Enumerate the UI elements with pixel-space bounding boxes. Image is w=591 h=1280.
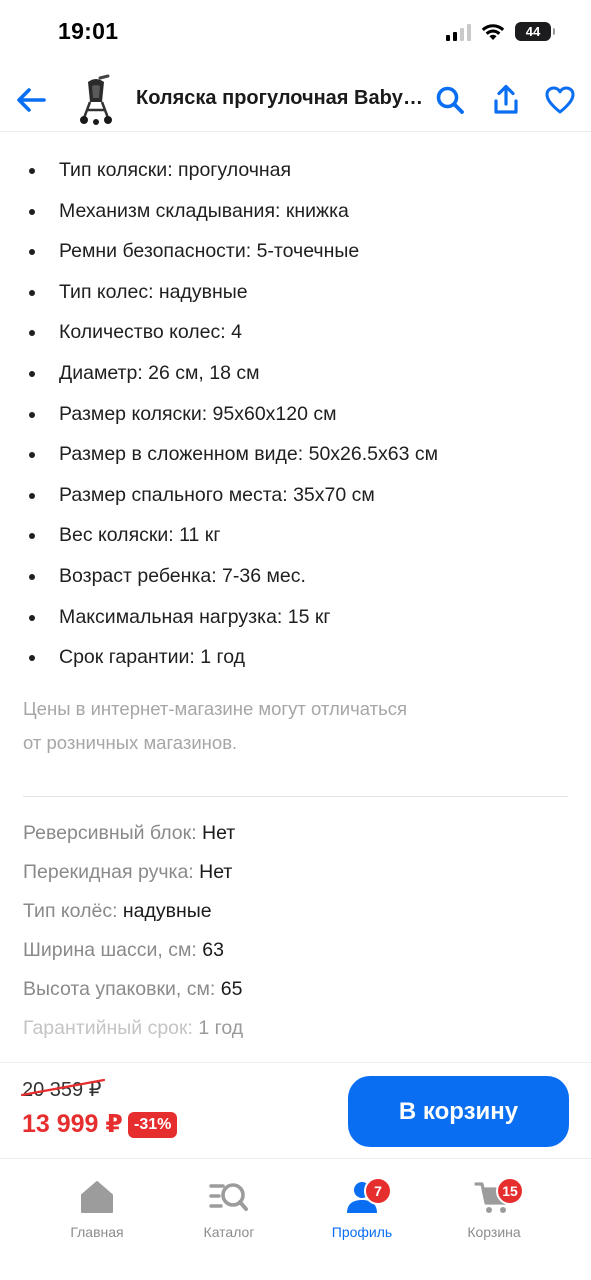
characteristic-label: Тип колёс: — [23, 900, 118, 922]
characteristic-value: 1 год — [198, 1017, 244, 1039]
disclaimer-line: от розничных магазинов. — [23, 732, 238, 753]
characteristic-label: Высота упаковки, см: — [23, 978, 216, 1000]
section-divider — [23, 796, 568, 797]
back-arrow-icon[interactable] — [14, 83, 48, 117]
share-icon[interactable] — [490, 84, 522, 116]
current-price: 13 999 ₽ — [22, 1110, 123, 1138]
spec-item: Размер в сложенном виде: 50х26.5х63 см — [0, 434, 591, 475]
characteristic-label: Перекидная ручка: — [23, 861, 194, 883]
characteristic-row: Ширина шасси, см: 63 — [23, 931, 568, 970]
spec-item: Возраст ребенка: 7-36 мес. — [0, 556, 591, 597]
battery-icon: 44 — [515, 22, 555, 41]
tab-catalog[interactable]: Каталог — [169, 1169, 289, 1249]
tab-home[interactable]: Главная — [37, 1169, 157, 1249]
search-icon[interactable] — [434, 84, 466, 116]
product-header: Коляска прогулочная Babyt… — [0, 68, 591, 132]
disclaimer-line: Цены в интернет-магазине могут отличатьс… — [23, 698, 408, 719]
characteristics-list: Реверсивный блок: Нет Перекидная ручка: … — [23, 814, 568, 1048]
spec-item: Максимальная нагрузка: 15 кг — [0, 597, 591, 638]
characteristic-row: Реверсивный блок: Нет — [23, 814, 568, 853]
spec-item: Тип коляски: прогулочная — [0, 150, 591, 191]
price-bar: 20 359 ₽ 13 999 ₽ -31% В корзину — [0, 1062, 591, 1158]
characteristic-label: Ширина шасси, см: — [23, 939, 197, 961]
profile-notification-badge: 7 — [364, 1177, 392, 1205]
characteristic-label: Гарантийный срок: — [23, 1017, 193, 1039]
catalog-search-icon — [209, 1183, 248, 1211]
cellular-signal-icon — [446, 23, 471, 41]
characteristic-row: Перекидная ручка: Нет — [23, 853, 568, 892]
bottom-tab-bar: Главная Каталог 7 Профиль 15 Корзина — [0, 1158, 591, 1280]
tab-label: Каталог — [203, 1224, 255, 1240]
characteristic-row: Гарантийный срок: 1 год — [23, 1009, 568, 1048]
characteristic-value: 65 — [220, 978, 243, 1000]
spec-item: Механизм складывания: книжка — [0, 191, 591, 232]
spec-item: Ремни безопасности: 5-точечные — [0, 231, 591, 272]
spec-item: Срок гарантии: 1 год — [0, 637, 591, 678]
add-to-cart-button[interactable]: В корзину — [348, 1076, 569, 1147]
page-title: Коляска прогулочная Babyt… — [136, 87, 426, 109]
characteristic-label: Реверсивный блок: — [23, 822, 197, 844]
spec-item: Размер спального места: 35х70 см — [0, 475, 591, 516]
wifi-icon — [481, 23, 505, 40]
price-disclaimer: Цены в интернет-магазине могут отличатьс… — [23, 692, 493, 760]
characteristic-value: Нет — [199, 861, 233, 883]
spec-item: Размер коляски: 95х60х120 см — [0, 394, 591, 435]
tab-label: Корзина — [467, 1224, 521, 1240]
status-time: 19:01 — [58, 18, 119, 44]
status-indicators: 44 — [446, 22, 555, 41]
discount-badge: -31% — [128, 1112, 178, 1138]
tab-label: Главная — [70, 1224, 124, 1240]
characteristic-value: надувные — [122, 900, 212, 922]
characteristic-row: Тип колёс: надувные — [23, 892, 568, 931]
product-description: Тип коляски: прогулочная Механизм склады… — [0, 132, 591, 1062]
characteristic-value: Нет — [202, 822, 236, 844]
spec-item: Количество колес: 4 — [0, 312, 591, 353]
favorite-heart-icon[interactable] — [544, 84, 576, 116]
spec-item: Диаметр: 26 см, 18 см — [0, 353, 591, 394]
spec-item: Вес коляски: 11 кг — [0, 515, 591, 556]
tab-label: Профиль — [331, 1224, 393, 1240]
characteristic-row: Высота упаковки, см: 65 — [23, 970, 568, 1009]
cart-count-badge: 15 — [496, 1177, 524, 1205]
product-thumbnail[interactable] — [74, 72, 120, 128]
home-icon — [81, 1181, 113, 1213]
old-price-strikethrough — [20, 1078, 106, 1097]
characteristic-value: 63 — [202, 939, 224, 961]
tab-cart[interactable]: 15 Корзина — [434, 1169, 554, 1249]
spec-item: Тип колес: надувные — [0, 272, 591, 313]
spec-list: Тип коляски: прогулочная Механизм склады… — [0, 150, 591, 678]
tab-profile[interactable]: 7 Профиль — [302, 1169, 422, 1249]
status-bar: 19:01 44 — [0, 0, 591, 68]
